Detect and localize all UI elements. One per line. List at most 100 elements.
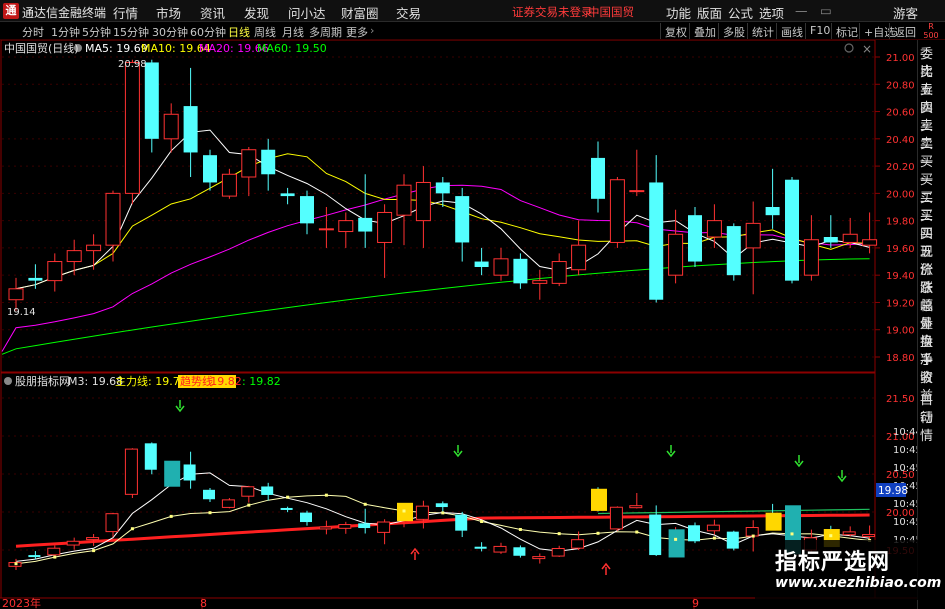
menu-jiaoyi[interactable]: 交易 (396, 3, 421, 22)
biaoji-button[interactable]: 标记 (831, 23, 862, 39)
sub-axis: 21.5021.0020.5020.0019.50 (886, 394, 915, 557)
menu-gongneng[interactable]: 功能 (666, 3, 691, 22)
candle (455, 187, 470, 262)
sub-legend-toggle-icon[interactable] (4, 377, 12, 385)
candle (66, 239, 82, 276)
sub-candle-up (842, 531, 856, 536)
sub-candle (86, 534, 100, 546)
sub-candle-up (571, 539, 585, 549)
sub-dot (751, 534, 755, 538)
sub-dot (247, 503, 251, 507)
period-5min[interactable]: 5分钟 (82, 24, 111, 40)
minimize-icon[interactable]: — (795, 3, 808, 18)
period-fenshi[interactable]: 分时 (22, 24, 44, 40)
candle-body-down (261, 149, 276, 175)
period-30min[interactable]: 30分钟 (152, 24, 188, 40)
sub-candle-up (377, 521, 391, 533)
sub-dot (441, 511, 445, 515)
back-button[interactable]: 返回 (889, 23, 920, 39)
sub-candle-up (318, 526, 332, 530)
sub-candle-up (124, 448, 138, 495)
sub-candle (124, 448, 138, 498)
corner-r: R (928, 22, 934, 31)
date-label-8: 8 (200, 597, 207, 609)
menu-faxian[interactable]: 发现 (244, 3, 269, 22)
date-label-9: 9 (692, 597, 699, 609)
menu-zixun[interactable]: 资讯 (200, 3, 225, 22)
period-more[interactable]: 更多 (346, 24, 368, 40)
price-tick-label: 20.00 (886, 189, 915, 200)
candle (513, 253, 528, 289)
f10-button[interactable]: F10 (805, 23, 834, 39)
candle (28, 264, 43, 289)
candle (823, 215, 838, 248)
menu-hangqing[interactable]: 行情 (113, 3, 138, 22)
candle-body-down (823, 237, 838, 243)
candle-body-up (8, 288, 24, 301)
period-multi[interactable]: 多周期 (309, 24, 342, 40)
title-bar: 通 通达信金融终端 行情 市场 资讯 发现 问小达 财富圈 交易 证券交易未登录… (0, 0, 945, 22)
panel-close-icon[interactable]: × (862, 42, 872, 56)
sub-dot (208, 511, 212, 515)
sub-candle-down (300, 512, 312, 523)
sub-candle-up (86, 537, 100, 541)
sidebar-item-20[interactable]: 行情 (920, 410, 945, 446)
menu-wenxiaoda[interactable]: 问小达 (288, 3, 326, 22)
period-60min[interactable]: 60分钟 (190, 24, 226, 40)
candle (649, 155, 664, 303)
kline-chart[interactable]: 中国国贸(日线) MA5: 19.69 MA10: 19.64 MA20: 19… (0, 40, 917, 609)
candle (785, 177, 799, 284)
menu-shichang[interactable]: 市场 (156, 3, 181, 22)
candle-body-down (726, 226, 741, 276)
period-weekly[interactable]: 周线 (254, 24, 276, 40)
period-1min[interactable]: 1分钟 (51, 24, 80, 40)
candle (396, 174, 412, 246)
sub-candle-down (203, 489, 215, 500)
period-daily[interactable]: 日线 (228, 24, 250, 40)
login-warning[interactable]: 证券交易未登录 (512, 4, 593, 20)
fuquan-button[interactable]: 复权 (660, 23, 691, 39)
sub-dot (363, 502, 367, 506)
candle (688, 207, 702, 267)
panel-settings-icon[interactable] (844, 43, 854, 53)
candle-body-up (609, 179, 625, 243)
sub-candle (415, 500, 429, 529)
menu-gongshi[interactable]: 公式 (728, 3, 753, 22)
candle-body-up (706, 220, 722, 238)
restore-icon[interactable]: ▭ (820, 3, 832, 18)
sub-candle (280, 506, 293, 513)
candle-body-down (300, 196, 314, 224)
guest-label[interactable]: 游客 (893, 3, 918, 22)
diejia-button[interactable]: 叠加 (689, 23, 720, 39)
sub-extra: : 19.82 (242, 375, 281, 388)
sub-candle-up (551, 548, 565, 557)
candle-body-down (358, 217, 373, 232)
sub-candle-up (66, 540, 80, 546)
sub-candle-teal (164, 460, 181, 487)
sub-green-line (597, 508, 870, 515)
huaxian-button[interactable]: 画线 (776, 23, 807, 39)
sub-main-line: 主力线: 19.73 (115, 374, 187, 388)
tongji-button[interactable]: 统计 (747, 23, 778, 39)
price-tick-label: 21.00 (886, 53, 915, 64)
candle (726, 223, 741, 281)
sub-candle-up (338, 524, 352, 529)
sub-candle (513, 545, 526, 558)
candle-body-up (338, 220, 354, 233)
sub-candle-up (47, 547, 61, 556)
sub-candle (765, 503, 782, 531)
menu-caifuquan[interactable]: 财富圈 (341, 3, 379, 22)
menu-xuanxiang[interactable]: 选项 (759, 3, 784, 22)
period-15min[interactable]: 15分钟 (113, 24, 149, 40)
price-tick-label: 20.80 (886, 80, 915, 91)
chevron-right-icon[interactable]: › (370, 24, 374, 37)
sub-dot (324, 493, 328, 497)
sub-dot (790, 532, 794, 536)
sub-dot (635, 530, 639, 534)
period-monthly[interactable]: 月线 (282, 24, 304, 40)
sub-candle (261, 482, 274, 501)
menu-banmian[interactable]: 版面 (697, 3, 722, 22)
candle-body-down (280, 193, 295, 197)
sub-candle (435, 501, 448, 512)
duogu-button[interactable]: 多股 (718, 23, 749, 39)
